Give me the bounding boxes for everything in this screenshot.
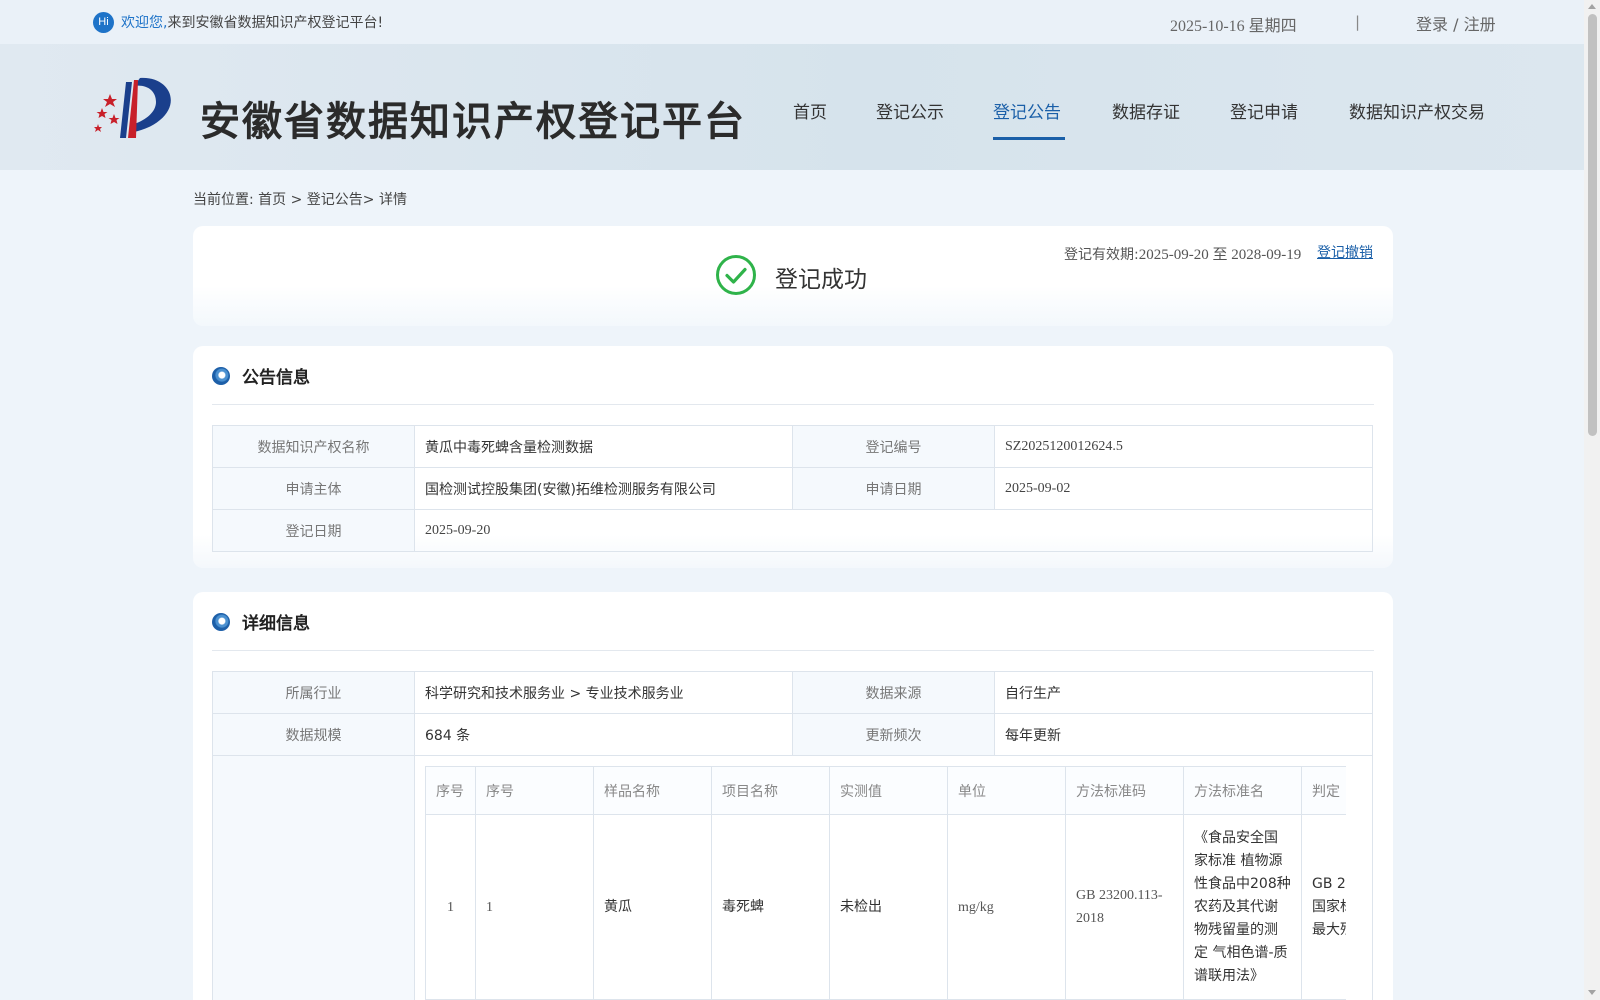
table-cell: mg/kg xyxy=(947,814,1066,1000)
column-header: 方法标准名 xyxy=(1183,766,1302,815)
site-header: 安徽省数据知识产权登记平台 首页 登记公示 登记公告 数据存证 登记申请 数据知… xyxy=(0,44,1584,170)
registration-date-value: 2025-09-20 xyxy=(414,509,1373,552)
hi-icon: Hi xyxy=(93,12,114,33)
column-header: 序号 xyxy=(475,766,594,815)
column-header: 序号 xyxy=(425,766,476,815)
check-circle-icon xyxy=(716,255,756,295)
table-row: 登记日期 2025-09-20 xyxy=(212,509,1373,552)
site-title: 安徽省数据知识产权登记平台 xyxy=(200,99,746,145)
update-frequency-value: 每年更新 xyxy=(994,713,1373,756)
scroll-up-arrow-icon[interactable] xyxy=(1588,4,1596,9)
table-row: 数据规模 684 条 更新频次 每年更新 xyxy=(212,713,1373,756)
scroll-down-arrow-icon[interactable] xyxy=(1588,990,1596,995)
page-scrollbar-thumb[interactable] xyxy=(1588,14,1597,436)
nav-data-ip-trading[interactable]: 数据知识产权交易 xyxy=(1349,98,1485,123)
applicant-value: 国检测试控股集团(安徽)拓维检测服务有限公司 xyxy=(414,467,793,510)
welcome-highlight: 欢迎您, xyxy=(121,15,168,31)
table-cell: 未检出 xyxy=(829,814,948,1000)
table-cell: 《食品安全国家标准 植物源性食品中208种农药及其代谢物残留量的测定 气相色谱-… xyxy=(1183,814,1302,1000)
platform-logo-icon xyxy=(94,77,171,138)
breadcrumb: 当前位置: 首页 > 登记公告> 详情 xyxy=(193,192,407,208)
column-header: 方法标准码 xyxy=(1065,766,1184,815)
current-date: 2025-10-16 星期四 xyxy=(1170,18,1297,35)
column-header: 实测值 xyxy=(829,766,948,815)
nav-registration-announcement[interactable]: 登记公告 xyxy=(993,98,1061,123)
field-label: 申请主体 xyxy=(212,467,415,510)
table-cell: 1 xyxy=(475,814,594,1000)
welcome-text: 来到安徽省数据知识产权登记平台! xyxy=(167,15,384,31)
column-header: 判定 xyxy=(1301,766,1346,815)
table-row: 1 1 黄瓜 毒死蜱 未检出 mg/kg GB 23200.113-2018 《… xyxy=(425,814,1346,1000)
registration-status-card: 登记成功 登记有效期:2025-09-20 至 2028-09-19 登记撤销 xyxy=(193,226,1393,326)
section-title-notice: 公告信息 xyxy=(242,368,310,388)
ip-name-value: 黄瓜中毒死蜱含量检测数据 xyxy=(414,425,793,468)
nav-home[interactable]: 首页 xyxy=(793,98,827,123)
column-header: 单位 xyxy=(947,766,1066,815)
revoke-registration-link[interactable]: 登记撤销 xyxy=(1317,242,1373,262)
sample-label-cell xyxy=(213,756,415,1000)
industry-value: 科学研究和技术服务业 > 专业技术服务业 xyxy=(414,671,793,714)
welcome-message: 欢迎您,来到安徽省数据知识产权登记平台! xyxy=(121,12,383,32)
nav-registration-publicity[interactable]: 登记公示 xyxy=(876,98,944,123)
validity-range: 2025-09-20 至 2028-09-19 xyxy=(1138,247,1302,263)
field-label: 数据来源 xyxy=(792,671,995,714)
column-header: 项目名称 xyxy=(711,766,830,815)
registration-number-value: SZ2025120012624.5 xyxy=(994,425,1373,468)
sample-data-table: 序号 序号 样品名称 项目名称 实测值 单位 方法标准码 方法标准名 判定 1 xyxy=(425,766,1346,1000)
active-nav-indicator xyxy=(993,137,1065,140)
detail-info-table: 所属行业 科学研究和技术服务业 > 专业技术服务业 数据来源 自行生产 数据规模… xyxy=(212,671,1373,756)
nav-registration-apply[interactable]: 登记申请 xyxy=(1230,98,1298,123)
section-bullet-icon xyxy=(212,613,230,631)
table-header-row: 序号 序号 样品名称 项目名称 实测值 单位 方法标准码 方法标准名 判定 xyxy=(425,766,1346,815)
apply-date-value: 2025-09-02 xyxy=(994,467,1373,510)
status-text: 登记成功 xyxy=(775,267,867,293)
table-cell: 毒死蜱 xyxy=(711,814,830,1000)
data-scale-value: 684 条 xyxy=(414,713,793,756)
validity-label: 登记有效期: xyxy=(1064,247,1139,263)
field-label: 申请日期 xyxy=(792,467,995,510)
section-divider xyxy=(212,404,1374,405)
table-cell: 黄瓜 xyxy=(593,814,712,1000)
sample-table-scroll[interactable]: 序号 序号 样品名称 项目名称 实测值 单位 方法标准码 方法标准名 判定 1 xyxy=(425,766,1346,1000)
top-bar: Hi 欢迎您,来到安徽省数据知识产权登记平台! 2025-10-16 星期四 |… xyxy=(0,0,1584,44)
field-label: 数据规模 xyxy=(212,713,415,756)
table-cell: GB 23200.113-2018 xyxy=(1065,814,1184,1000)
section-divider xyxy=(212,650,1374,651)
top-separator: | xyxy=(1355,13,1361,31)
table-cell: GB 2763 《食品安全国家标准 食品中农药最大残留限量》 xyxy=(1301,814,1346,1000)
sample-data-area: 序号 序号 样品名称 项目名称 实测值 单位 方法标准码 方法标准名 判定 1 xyxy=(212,756,1373,1000)
table-row: 数据知识产权名称 黄瓜中毒死蜱含量检测数据 登记编号 SZ20251200126… xyxy=(212,425,1373,468)
field-label: 登记日期 xyxy=(212,509,415,552)
field-label: 更新频次 xyxy=(792,713,995,756)
table-row: 申请主体 国检测试控股集团(安徽)拓维检测服务有限公司 申请日期 2025-09… xyxy=(212,467,1373,510)
section-title-detail: 详细信息 xyxy=(242,614,310,634)
nav-data-evidence[interactable]: 数据存证 xyxy=(1112,98,1180,123)
table-row: 所属行业 科学研究和技术服务业 > 专业技术服务业 数据来源 自行生产 xyxy=(212,671,1373,714)
login-register-link[interactable]: 登录 / 注册 xyxy=(1416,11,1496,35)
notice-info-table: 数据知识产权名称 黄瓜中毒死蜱含量检测数据 登记编号 SZ20251200126… xyxy=(212,425,1373,552)
table-cell: 1 xyxy=(425,814,476,1000)
detail-info-card: 详细信息 所属行业 科学研究和技术服务业 > 专业技术服务业 数据来源 自行生产… xyxy=(193,592,1393,1000)
column-header: 样品名称 xyxy=(593,766,712,815)
field-label: 所属行业 xyxy=(212,671,415,714)
field-label: 数据知识产权名称 xyxy=(212,425,415,468)
notice-info-card: 公告信息 数据知识产权名称 黄瓜中毒死蜱含量检测数据 登记编号 SZ202512… xyxy=(193,346,1393,568)
field-label: 登记编号 xyxy=(792,425,995,468)
validity-period: 登记有效期:2025-09-20 至 2028-09-19 xyxy=(1064,243,1301,264)
data-source-value: 自行生产 xyxy=(994,671,1373,714)
section-bullet-icon xyxy=(212,367,230,385)
